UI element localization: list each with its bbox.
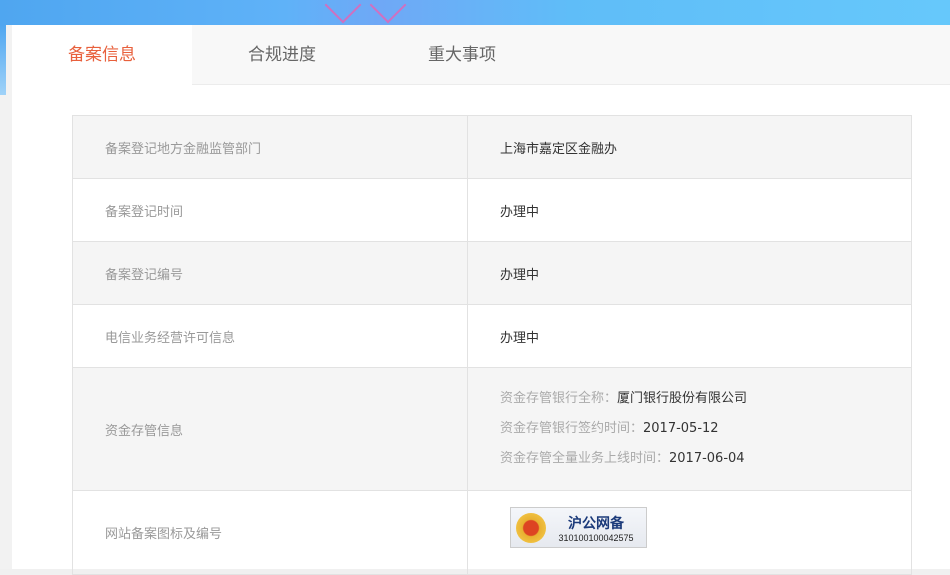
- police-emblem-icon: [516, 512, 546, 543]
- row-value: 办理中: [467, 304, 912, 368]
- table-row: 资金存管信息 资金存管银行全称：厦门银行股份有限公司 资金存管银行签约时间：20…: [72, 367, 912, 491]
- row-value: 办理中: [467, 241, 912, 305]
- sign-date-value: 2017-05-12: [643, 421, 719, 436]
- tab-compliance-progress[interactable]: 合规进度: [192, 25, 372, 84]
- bank-name-value: 厦门银行股份有限公司: [617, 391, 748, 406]
- online-date-label: 资金存管全量业务上线时间：: [500, 451, 670, 466]
- table-row: 备案登记编号 办理中: [72, 241, 912, 305]
- header-banner: [0, 0, 950, 25]
- tab-major-events[interactable]: 重大事项: [372, 25, 552, 84]
- row-key: 电信业务经营许可信息: [72, 304, 468, 368]
- police-filing-badge[interactable]: 沪公网备 310100100042575: [510, 507, 647, 548]
- content-panel: 备案信息 合规进度 重大事项 备案登记地方金融监管部门 上海市嘉定区金融办 备案…: [12, 25, 950, 575]
- row-value: 资金存管银行全称：厦门银行股份有限公司 资金存管银行签约时间：2017-05-1…: [467, 367, 912, 491]
- row-key: 备案登记地方金融监管部门: [72, 115, 468, 179]
- row-key: 资金存管信息: [72, 367, 468, 491]
- table-row: 电信业务经营许可信息 办理中: [72, 304, 912, 368]
- row-value: 办理中: [467, 178, 912, 242]
- online-date-value: 2017-06-04: [669, 451, 745, 466]
- left-strip: [0, 25, 12, 569]
- row-key: 备案登记编号: [72, 241, 468, 305]
- tab-filing-info[interactable]: 备案信息: [12, 25, 192, 86]
- badge-number: 310100100042575: [558, 532, 634, 543]
- badge-title: 沪公网备: [568, 515, 624, 532]
- row-key: 网站备案图标及编号: [72, 490, 468, 575]
- banner-decoration: [324, 0, 362, 24]
- table-row: 备案登记地方金融监管部门 上海市嘉定区金融办: [72, 115, 912, 179]
- table-row: 备案登记时间 办理中: [72, 178, 912, 242]
- row-value: 沪公网备 310100100042575: [467, 490, 912, 575]
- tab-bar: 备案信息 合规进度 重大事项: [12, 25, 950, 86]
- table-row: 网站备案图标及编号 沪公网备 310100100042575: [72, 490, 912, 575]
- filing-info-table: 备案登记地方金融监管部门 上海市嘉定区金融办 备案登记时间 办理中 备案登记编号…: [72, 115, 912, 575]
- row-value: 上海市嘉定区金融办: [467, 115, 912, 179]
- row-key: 备案登记时间: [72, 178, 468, 242]
- banner-decoration: [369, 0, 407, 24]
- bank-name-label: 资金存管银行全称：: [500, 391, 618, 406]
- sign-date-label: 资金存管银行签约时间：: [500, 421, 644, 436]
